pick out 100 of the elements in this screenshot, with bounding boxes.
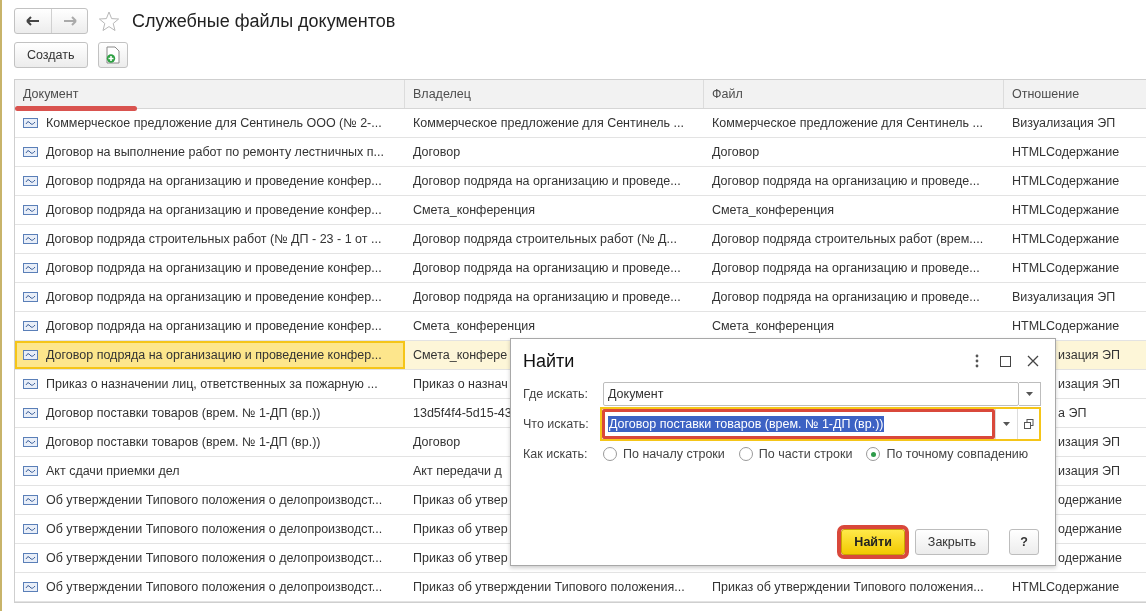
document-icon [23, 350, 38, 360]
close-icon[interactable] [1025, 353, 1041, 369]
table-cell: Договор [712, 145, 760, 159]
table-cell: Приказ о назначении лиц, ответственных за пожарную ... [46, 377, 378, 391]
search-field[interactable]: Договор поставки товаров (врем. № 1-ДП (вр.)) [602, 409, 995, 439]
table-cell: Приказ об утвер [413, 493, 508, 507]
table-cell: Договор поставки товаров (врем. № 1-ДП (вр.)) [46, 406, 321, 420]
radio-label[interactable]: По точному совпадению [886, 447, 1029, 461]
table-cell: Договор подряда строительных работ (№ ДП - 23 - 1 от ... [46, 232, 382, 246]
table-cell: HTMLСодержание [1012, 261, 1120, 275]
table-cell: Договор подряда на организацию и проведе... [712, 290, 980, 304]
table-cell: Договор подряда на организацию и проведение конфер... [46, 174, 382, 188]
table-cell: Об утверждении Типового положения о делопроизводст... [46, 493, 383, 507]
column-header[interactable]: Документ [23, 87, 79, 101]
table-cell: одержание [1058, 551, 1123, 565]
table-cell: Договор подряда на организацию и проведе... [712, 174, 980, 188]
table-cell: Смета_конференция [413, 319, 536, 333]
document-icon [23, 176, 38, 186]
column-header[interactable]: Файл [712, 87, 743, 101]
table-cell: Договор подряда на организацию и проведение конфер... [46, 319, 382, 333]
table-cell: изация ЭП [1058, 464, 1121, 478]
page-title: Служебные файлы документов [132, 10, 396, 32]
document-icon [23, 205, 38, 215]
document-icon [23, 292, 38, 302]
dialog-title: Найти [523, 350, 575, 372]
table-cell: Договор подряда на организацию и проведение конфер... [46, 203, 382, 217]
radio-label[interactable]: По началу строки [623, 447, 725, 461]
table-cell: Договор на выполнение работ по ремонту лестничных п... [46, 145, 385, 159]
table-cell: Договор подряда на организацию и проведение конфер... [46, 290, 382, 304]
document-icon [23, 553, 38, 563]
table-cell: Договор [413, 145, 461, 159]
table-cell: 13d5f4f4-5d15-43 [413, 406, 512, 420]
table-cell: изация ЭП [1058, 435, 1121, 449]
search-field[interactable]: Документ [603, 382, 1019, 406]
table-cell: HTMLСодержание [1012, 203, 1120, 217]
table-cell: Акт передачи д [413, 464, 502, 478]
add-file-icon [104, 46, 121, 64]
document-icon [23, 524, 38, 534]
table-cell: Договор подряда на организацию и проведе... [413, 261, 681, 275]
table-cell: Договор поставки товаров (врем. № 1-ДП (вр.)) [46, 435, 321, 449]
table-cell: HTMLСодержание [1012, 174, 1120, 188]
table-cell: Смета_конфере [413, 348, 508, 362]
table-cell: Смета_конференция [712, 203, 835, 217]
document-icon [23, 118, 38, 128]
table-cell: Визуализация ЭП [1012, 290, 1116, 304]
radio-button[interactable] [603, 447, 617, 461]
table-cell: Приказ об утверждении Типового положения... [712, 580, 984, 594]
field-label: Где искать: [523, 387, 589, 401]
table-cell: Договор подряда строительных работ (№ Д... [413, 232, 677, 246]
dropdown-button[interactable] [1019, 382, 1041, 406]
table-cell: Смета_конференция [712, 319, 835, 333]
document-icon [23, 582, 38, 592]
document-icon [23, 437, 38, 447]
column-header[interactable]: Владелец [413, 87, 471, 101]
add-file-button[interactable] [97, 42, 128, 68]
star-icon[interactable] [98, 10, 120, 32]
close-button[interactable]: Закрыть [914, 529, 989, 555]
document-icon [23, 234, 38, 244]
table-cell: а ЭП [1058, 406, 1087, 420]
table-cell: HTMLСодержание [1012, 319, 1120, 333]
table-cell: HTMLСодержание [1012, 145, 1120, 159]
table-cell: Договор подряда строительных работ (врем.... [712, 232, 984, 246]
radio-button[interactable] [866, 447, 881, 461]
radio-label[interactable]: По части строки [758, 447, 853, 461]
table-cell: Визуализация ЭП [1012, 116, 1116, 130]
table-cell: Приказ об утвер [413, 551, 508, 565]
table-cell: Коммерческое предложение для Сентинель ... [712, 116, 983, 130]
table-cell: Договор подряда на организацию и проведение конфер... [46, 348, 382, 362]
table-cell: Акт сдачи приемки дел [46, 464, 180, 478]
table-cell: Смета_конференция [413, 203, 536, 217]
table-cell: Договор подряда на организацию и проведение конфер... [46, 261, 382, 275]
field-label: Что искать: [523, 417, 590, 431]
table-cell: Коммерческое предложение для Сентинель ООО (№ 2-... [46, 116, 382, 130]
document-icon [23, 321, 38, 331]
maximize-icon[interactable] [997, 353, 1013, 369]
table-cell: изация ЭП [1058, 348, 1121, 362]
table-cell: HTMLСодержание [1012, 232, 1120, 246]
radio-button[interactable] [738, 447, 753, 461]
table-cell: Приказ о назнач [413, 377, 508, 391]
table-cell: Об утверждении Типового положения о делопроизводст... [46, 551, 383, 565]
table-cell: Приказ об утвер [413, 522, 508, 536]
document-icon [23, 466, 38, 476]
table-cell: Об утверждении Типового положения о делопроизводст... [46, 580, 383, 594]
table-cell: изация ЭП [1058, 377, 1121, 391]
create-button[interactable]: Создать [14, 42, 88, 68]
caret-icon [1026, 392, 1033, 396]
help-button[interactable]: ? [1009, 529, 1039, 555]
table-cell: Договор подряда на организацию и проведе... [413, 174, 681, 188]
caret-icon [1003, 422, 1010, 426]
document-icon [23, 379, 38, 389]
document-icon [23, 408, 38, 418]
document-icon [23, 263, 38, 273]
table-cell: Договор подряда на организацию и проведе... [413, 290, 681, 304]
document-icon [23, 147, 38, 157]
windows-icon [1023, 419, 1034, 429]
column-header[interactable]: Отношение [1012, 87, 1080, 101]
table-cell: Приказ об утверждении Типового положения... [413, 580, 685, 594]
table-cell: HTMLСодержание [1012, 580, 1120, 594]
table-cell: Об утверждении Типового положения о делопроизводст... [46, 522, 383, 536]
field-label: Как искать: [523, 447, 589, 461]
